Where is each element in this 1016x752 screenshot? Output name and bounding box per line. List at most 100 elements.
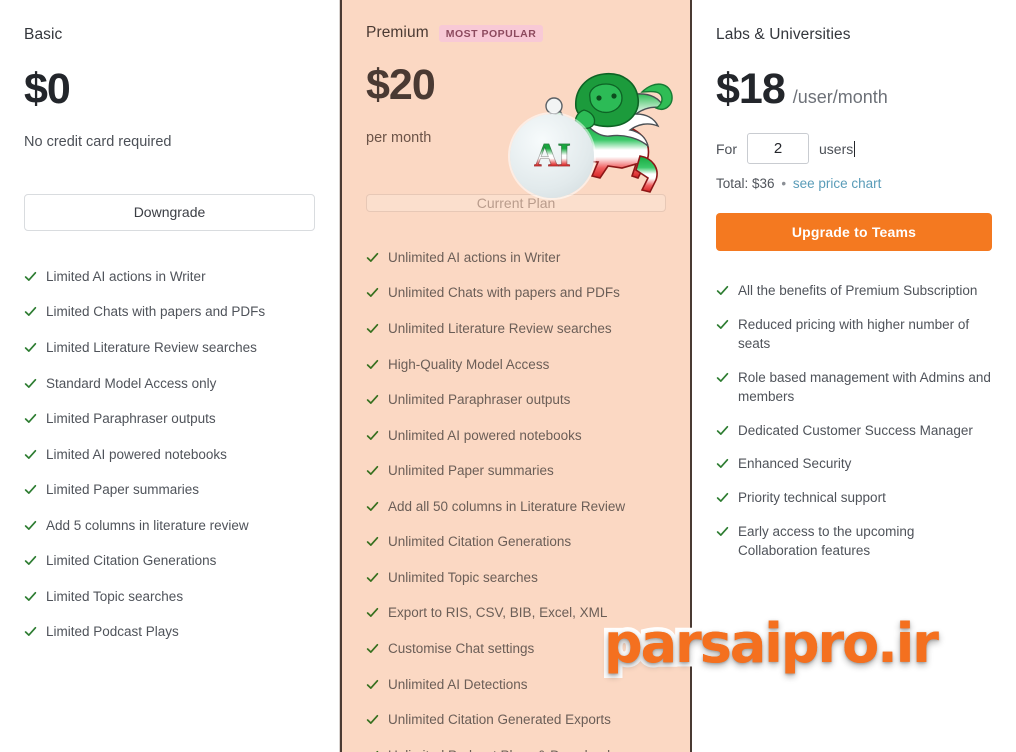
check-icon <box>716 284 729 297</box>
check-icon <box>716 525 729 538</box>
feature-item: Unlimited Topic searches <box>366 568 666 588</box>
feature-item: Unlimited AI powered notebooks <box>366 426 666 446</box>
seat-suffix-label: users <box>819 140 856 157</box>
feature-label: Unlimited Paraphraser outputs <box>388 392 571 408</box>
feature-label: Unlimited Citation Generations <box>388 534 572 550</box>
seat-selector: For users <box>716 133 992 164</box>
check-icon <box>366 358 379 371</box>
feature-list-premium: Unlimited AI actions in Writer Unlimited… <box>366 248 666 752</box>
feature-item: Limited Paraphraser outputs <box>24 409 315 429</box>
total-amount-label: Total: $36 <box>716 176 775 191</box>
check-icon <box>24 483 37 496</box>
current-plan-button: Current Plan <box>366 193 666 212</box>
check-icon <box>24 554 37 567</box>
feature-item: Role based management with Admins and me… <box>716 368 992 407</box>
feature-label: Limited Podcast Plays <box>46 624 179 640</box>
feature-label: Limited Chats with papers and PDFs <box>46 304 266 320</box>
check-icon <box>24 305 37 318</box>
plan-card-premium: AI Premium MOST POPULAR $20 per month Cu… <box>340 0 692 752</box>
feature-label: Reduced pricing with higher number of se… <box>738 316 970 352</box>
feature-item: Unlimited Citation Generations <box>366 532 666 552</box>
plan-price-basic: $0 <box>24 65 71 113</box>
check-icon <box>366 251 379 264</box>
check-icon <box>366 606 379 619</box>
feature-label: Customise Chat settings <box>388 641 535 657</box>
ai-badge-disc: AI <box>510 114 594 198</box>
check-icon <box>24 341 37 354</box>
price-row-basic: $0 <box>24 68 315 111</box>
feature-label: Limited Paper summaries <box>46 482 200 498</box>
feature-item: Limited Topic searches <box>24 587 315 607</box>
feature-label: Priority technical support <box>738 489 886 505</box>
feature-label: Unlimited Chats with papers and PDFs <box>388 285 620 301</box>
feature-item: Unlimited Podcast Plays & Downloads <box>366 746 666 752</box>
feature-item: Unlimited Citation Generated Exports <box>366 710 666 730</box>
check-icon <box>366 571 379 584</box>
downgrade-button[interactable]: Downgrade <box>24 193 315 231</box>
feature-item: Standard Model Access only <box>24 374 315 394</box>
feature-item: Limited AI actions in Writer <box>24 267 315 287</box>
feature-item: Limited Chats with papers and PDFs <box>24 302 315 322</box>
plan-title-labs: Labs & Universities <box>716 26 851 43</box>
check-icon <box>716 371 729 384</box>
plan-header-premium: Premium MOST POPULAR <box>366 24 666 42</box>
feature-label: Unlimited Podcast Plays & Downloads <box>388 746 617 752</box>
feature-label: Limited Paraphraser outputs <box>46 411 216 427</box>
feature-item: Unlimited Chats with papers and PDFs <box>366 283 666 303</box>
price-row-labs: $18 /user/month <box>716 68 992 111</box>
check-icon <box>716 457 729 470</box>
feature-label: Unlimited Topic searches <box>388 569 538 585</box>
feature-label: Limited AI powered notebooks <box>46 446 227 462</box>
plan-card-basic: Basic $0 No credit card required Downgra… <box>0 0 340 752</box>
feature-label: Unlimited Citation Generated Exports <box>388 712 611 728</box>
plan-header-labs: Labs & Universities <box>716 24 992 46</box>
plan-title-basic: Basic <box>24 26 63 43</box>
feature-label: Add all 50 columns in Literature Review <box>388 498 626 514</box>
check-icon <box>366 642 379 655</box>
feature-item: Customise Chat settings <box>366 639 666 659</box>
check-icon <box>366 713 379 726</box>
check-icon <box>366 286 379 299</box>
feature-label: Limited Citation Generations <box>46 553 217 569</box>
check-icon <box>24 448 37 461</box>
feature-item: Limited Paper summaries <box>24 480 315 500</box>
check-icon <box>24 270 37 283</box>
feature-label: Add 5 columns in literature review <box>46 517 249 533</box>
feature-label: Unlimited Literature Review searches <box>388 320 612 336</box>
feature-list-labs: All the benefits of Premium Subscription… <box>716 281 992 575</box>
upgrade-to-teams-button[interactable]: Upgrade to Teams <box>716 213 992 251</box>
check-icon <box>366 429 379 442</box>
feature-item: All the benefits of Premium Subscription <box>716 281 992 301</box>
plan-price-suffix-labs: /user/month <box>792 87 888 107</box>
feature-item: Unlimited AI actions in Writer <box>366 248 666 268</box>
feature-item: Unlimited Literature Review searches <box>366 319 666 339</box>
feature-item: Priority technical support <box>716 488 992 508</box>
check-icon <box>24 519 37 532</box>
price-row-premium: $20 <box>366 64 666 107</box>
check-icon <box>716 491 729 504</box>
feature-item: Dedicated Customer Success Manager <box>716 421 992 441</box>
plan-price-labs: $18 <box>716 65 786 113</box>
feature-item: Limited Literature Review searches <box>24 338 315 358</box>
check-icon <box>24 412 37 425</box>
feature-item: High-Quality Model Access <box>366 355 666 375</box>
feature-label: Limited Literature Review searches <box>46 339 257 355</box>
plan-card-labs: Labs & Universities $18 /user/month For … <box>692 0 1016 752</box>
feature-label: Unlimited AI powered notebooks <box>388 427 582 443</box>
check-icon <box>366 500 379 513</box>
most-popular-badge: MOST POPULAR <box>438 24 544 42</box>
feature-label: Unlimited AI actions in Writer <box>388 249 561 265</box>
see-price-chart-link[interactable]: see price chart <box>793 176 882 191</box>
feature-label: Unlimited Paper summaries <box>388 463 554 479</box>
feature-item: Limited Podcast Plays <box>24 622 315 642</box>
feature-label: Dedicated Customer Success Manager <box>738 422 973 438</box>
check-icon <box>366 322 379 335</box>
plan-price-note-basic: No credit card required <box>24 134 172 150</box>
seat-count-input[interactable] <box>747 133 809 164</box>
feature-label: Early access to the upcoming Collaborati… <box>738 523 915 559</box>
seat-prefix-label: For <box>716 140 737 157</box>
check-icon <box>366 464 379 477</box>
check-icon <box>716 424 729 437</box>
check-icon <box>366 393 379 406</box>
feature-item: Add 5 columns in literature review <box>24 516 315 536</box>
